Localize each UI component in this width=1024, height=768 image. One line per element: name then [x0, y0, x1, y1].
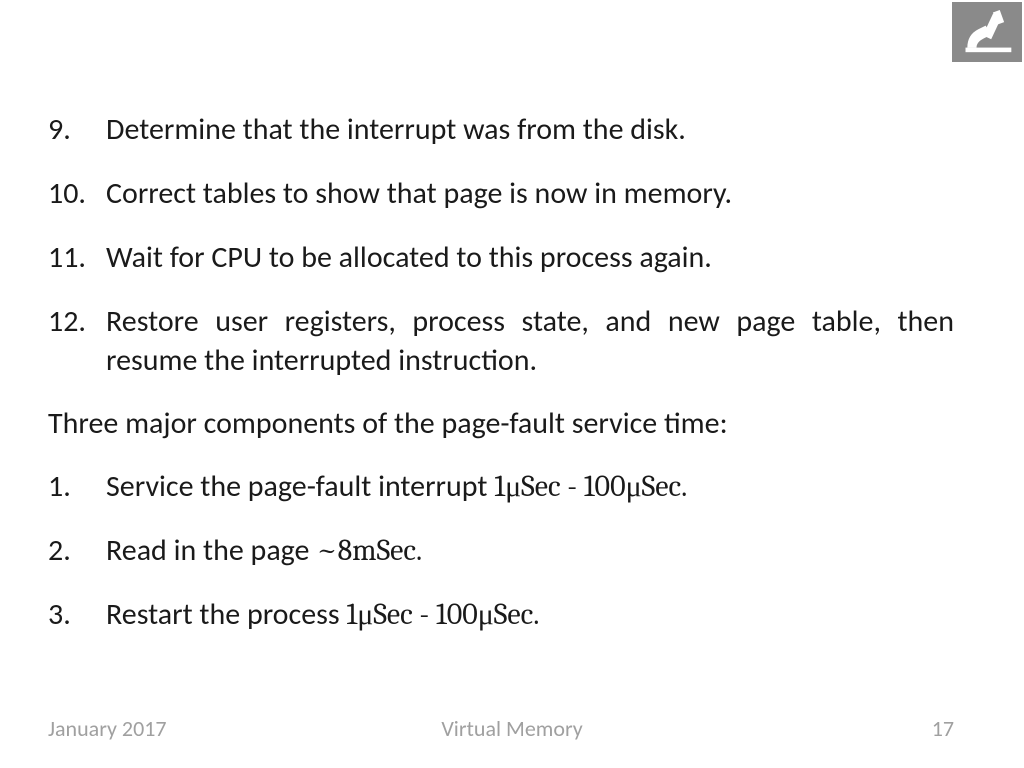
math-expr: 1μSec - 100μSec. [346, 597, 539, 632]
footer-page-number: 17 [932, 715, 954, 742]
list-item-9: 9. Determine that the interrupt was from… [48, 110, 954, 149]
list-number: 9. [48, 110, 106, 149]
list-text: Determine that the interrupt was from th… [106, 110, 954, 149]
sub-list-number: 2. [48, 531, 106, 570]
text-prefix: Read in the page [106, 532, 316, 569]
list-item-11: 11. Wait for CPU to be allocated to this… [48, 238, 954, 277]
footer-date: January 2017 [48, 715, 167, 742]
footer-title: Virtual Memory [441, 715, 582, 742]
text-prefix: Restart the process [106, 596, 346, 633]
slide-footer: January 2017 Virtual Memory 17 [0, 715, 1024, 742]
list-item-12: 12. Restore user registers, process stat… [48, 302, 954, 380]
slide-content: 9. Determine that the interrupt was from… [0, 0, 1024, 634]
university-logo [952, 2, 1022, 62]
sub-list-item-2: 2. Read in the page ~8mSec. [48, 531, 954, 570]
sub-list-item-3: 3. Restart the process 1μSec - 100μSec. [48, 595, 954, 634]
section-title: Three major components of the page-fault… [48, 405, 954, 442]
list-number: 10. [48, 174, 106, 213]
sub-list-text: Restart the process 1μSec - 100μSec. [106, 595, 954, 634]
sub-list-number: 1. [48, 467, 106, 506]
list-number: 12. [48, 302, 106, 380]
list-text: Restore user registers, process state, a… [106, 302, 954, 380]
list-text: Wait for CPU to be allocated to this pro… [106, 238, 954, 277]
sub-list-text: Service the page-fault interrupt 1μSec -… [106, 467, 954, 506]
list-item-10: 10. Correct tables to show that page is … [48, 174, 954, 213]
text-prefix: Service the page-fault interrupt [106, 468, 494, 505]
list-number: 11. [48, 238, 106, 277]
math-expr: 1μSec - 100μSec. [494, 469, 687, 504]
math-expr: ~8mSec. [316, 533, 422, 568]
sub-list-item-1: 1. Service the page-fault interrupt 1μSe… [48, 467, 954, 506]
sub-list-text: Read in the page ~8mSec. [106, 531, 954, 570]
list-text: Correct tables to show that page is now … [106, 174, 954, 213]
sub-list-number: 3. [48, 595, 106, 634]
